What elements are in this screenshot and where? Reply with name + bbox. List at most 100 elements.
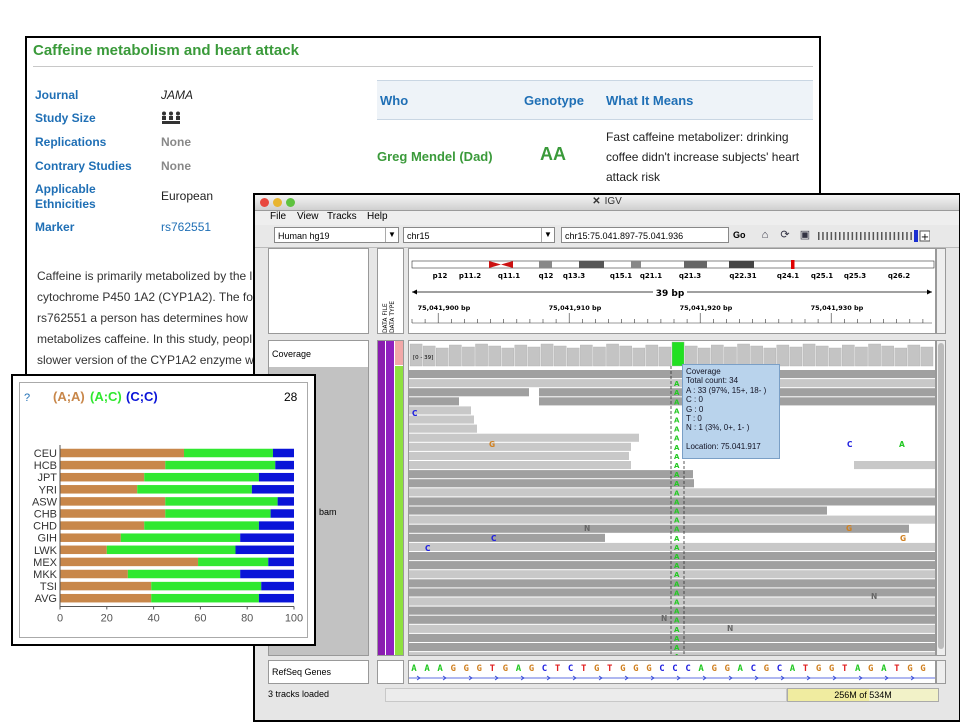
read-alignment[interactable] [409,424,477,433]
bar-segment [137,485,252,494]
feature-scrollbar[interactable] [936,660,946,684]
coverage-bar[interactable] [671,341,685,367]
coverage-bar[interactable] [540,343,554,367]
coverage-bar[interactable] [658,346,672,367]
read-alignment[interactable] [409,370,935,379]
coverage-track-label[interactable]: Coverage [272,349,311,359]
help-link[interactable]: ? [24,392,30,404]
read-alignment[interactable] [409,488,935,497]
read-alignment[interactable] [409,497,935,506]
read-alignment[interactable] [409,470,693,479]
read-alignment[interactable] [409,524,909,533]
coverage-bar[interactable] [920,346,934,367]
coverage-bar[interactable] [580,344,593,367]
read-alignment[interactable] [409,515,935,524]
coverage-bar[interactable] [789,346,803,367]
refresh-icon[interactable]: ⟳ [779,229,791,241]
refseq-track-label[interactable]: RefSeq Genes [272,667,331,677]
coverage-bar[interactable] [488,345,501,367]
category-label: MEX [33,557,58,569]
ideogram-svg[interactable]: p12 p11.2 q11.1 q12 q13.3 q15.1 q21.1 q21.3 q22.… [409,249,935,333]
coverage-bar[interactable] [802,343,816,367]
data-scroll-thumb[interactable] [938,343,944,649]
coverage-bar[interactable] [619,345,632,367]
ruler-label: 75,041,910 bp [549,304,602,312]
read-alignment[interactable] [409,388,529,397]
zoom-slider[interactable]: + [818,230,930,242]
menu-help[interactable]: Help [367,211,388,222]
coverage-bar[interactable] [475,343,488,367]
coverage-bar[interactable] [514,344,528,367]
data-scrollbar[interactable] [936,340,946,656]
marker-link[interactable]: rs762551 [161,220,211,234]
coverage-bar[interactable] [881,345,894,367]
region-icon[interactable]: ▣ [799,229,811,241]
tooltip-line: A : 33 (97%, 15+, 18- ) [686,385,767,395]
coverage-bar[interactable] [566,347,580,367]
read-alignment[interactable] [409,451,629,460]
read-alignment[interactable] [409,415,474,424]
read-alignment[interactable] [409,461,631,470]
menu-file[interactable]: File [270,211,286,222]
coverage-bar[interactable] [684,345,698,367]
read-alignment[interactable] [409,433,639,442]
coverage-bar[interactable] [750,345,763,367]
coverage-bar[interactable] [737,343,750,367]
read-alignment[interactable] [409,406,471,415]
read-alignment[interactable] [409,588,935,597]
genome-select[interactable]: Human hg19 ▼ [274,227,399,243]
read-alignment[interactable] [409,615,935,624]
bam-track-label[interactable]: bam [319,507,337,517]
menu-tracks[interactable]: Tracks [327,211,357,222]
coverage-bar[interactable] [829,347,842,367]
read-alignment[interactable] [409,652,935,655]
coverage-bar[interactable] [449,344,462,367]
alignment-svg[interactable]: [0 - 39]CG C AN GC GCNNNAAAAAAAAAAAAAAAAAAAA… [409,341,935,655]
read-alignment[interactable] [409,506,827,515]
chromosome-select[interactable]: chr15 ▼ [403,227,555,243]
home-icon[interactable]: ⌂ [759,229,771,241]
coverage-bar[interactable] [894,347,908,367]
coverage-bar[interactable] [711,344,724,367]
coverage-bar[interactable] [632,347,645,367]
go-button[interactable]: Go [733,230,746,240]
locus-input[interactable]: chr15:75.041.897-75.041.936 [561,227,729,243]
read-alignment[interactable] [409,633,935,642]
read-alignment[interactable] [854,461,935,470]
read-alignment[interactable] [409,570,935,579]
read-alignment[interactable] [409,397,459,406]
coverage-bar[interactable] [776,344,790,367]
coverage-bar[interactable] [462,346,475,367]
coverage-bar[interactable] [527,346,541,367]
coverage-bar[interactable] [436,347,449,367]
read-alignment[interactable] [409,597,935,606]
coverage-bar[interactable] [907,344,921,367]
read-alignment[interactable] [409,379,935,388]
coverage-bar[interactable] [855,346,868,367]
read-alignment[interactable] [409,606,935,615]
read-alignment[interactable] [409,561,935,570]
coverage-bar[interactable] [593,346,606,367]
coverage-bar[interactable] [501,347,514,367]
read-alignment[interactable] [409,624,935,633]
read-alignment[interactable] [409,479,694,488]
coverage-bar[interactable] [815,345,829,367]
read-alignment[interactable] [409,579,935,588]
read-alignment[interactable] [409,533,605,542]
read-alignment[interactable] [409,542,935,551]
window-titlebar[interactable]: ✕ IGV [255,195,959,211]
zoom-slider-thumb[interactable] [914,230,918,242]
coverage-bar[interactable] [645,344,659,367]
coverage-bar[interactable] [606,343,619,367]
genotype-chart-panel: ? (A;A) (A;C) (C;C) 28 CEU HCB JPT YRI ASW CH… [11,374,316,646]
read-alignment[interactable] [409,442,631,451]
coverage-bar[interactable] [553,345,567,367]
datatype-attr-column [386,341,394,655]
menu-view[interactable]: View [297,211,319,222]
read-alignment[interactable] [409,552,935,561]
header-scrollbar[interactable] [936,248,946,334]
zoom-tick [897,232,900,240]
read-alignment[interactable] [409,643,935,652]
coverage-bar[interactable] [868,343,881,367]
coverage-bar[interactable] [842,344,855,367]
